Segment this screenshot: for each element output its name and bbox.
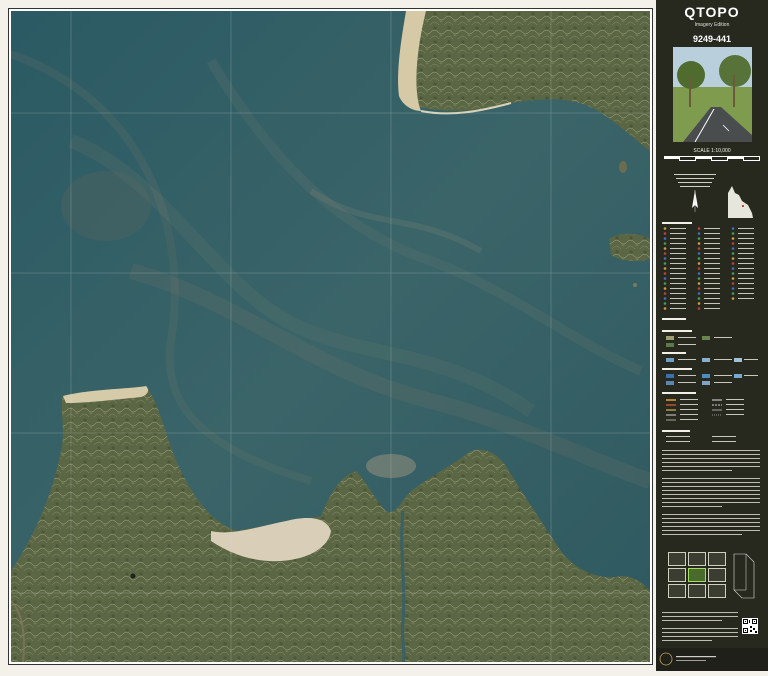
index-cell-current [688, 568, 706, 582]
aerial-image [11, 11, 650, 662]
cover-photo [673, 47, 752, 142]
government-logo [659, 652, 716, 666]
scale-label: SCALE 1:10,000 [693, 148, 731, 154]
edition-label: Imagery Edition [694, 22, 730, 28]
index-cell [688, 552, 706, 566]
index-cell [668, 552, 686, 566]
sheet-layout-icon [733, 553, 755, 599]
notes-text [662, 450, 760, 535]
adjoining-sheets-diagram [668, 548, 758, 608]
legend-panel: QTOPO Imagery Edition 9249-441 SCALE 1:1… [656, 0, 768, 671]
scale-bar [664, 156, 760, 161]
legend-lines [662, 318, 758, 442]
map-sheet: QTOPO Imagery Edition 9249-441 SCALE 1:1… [0, 0, 768, 671]
footer-bar [656, 648, 768, 671]
index-cell [688, 584, 706, 598]
index-cell [668, 568, 686, 582]
disclaimer-text [662, 612, 738, 641]
sheet-number: 9249-441 [692, 34, 732, 44]
map-imagery[interactable] [11, 11, 650, 662]
index-cell [668, 584, 686, 598]
index-cell [708, 552, 726, 566]
brand-title: QTOPO [684, 4, 740, 20]
qld-outline-icon [728, 186, 753, 218]
north-arrow-icon [674, 174, 716, 212]
legend-symbols [662, 222, 754, 310]
index-cell [708, 568, 726, 582]
index-cell [708, 584, 726, 598]
qr-code-icon[interactable] [742, 618, 758, 634]
